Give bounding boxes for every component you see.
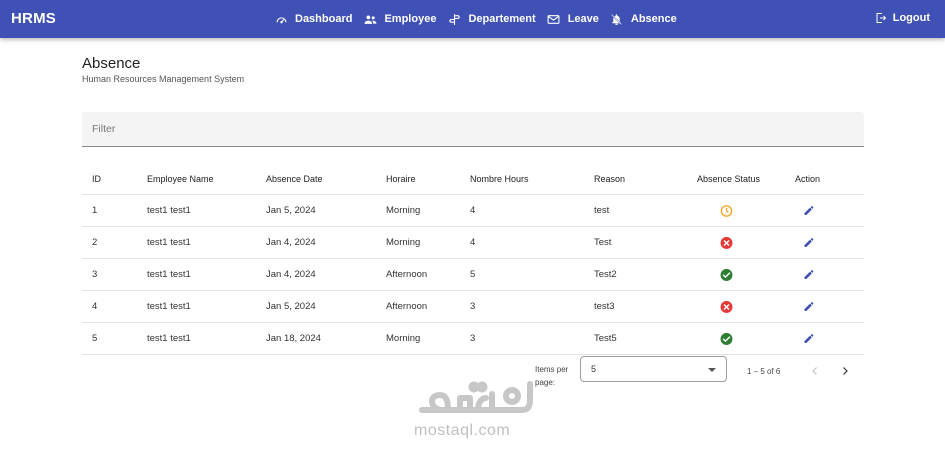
cell-horaire: Afternoon <box>386 269 428 280</box>
approved-check-icon <box>720 332 733 345</box>
bell-off-icon <box>610 12 624 26</box>
logout-label: Logout <box>892 12 930 24</box>
cell-id: 1 <box>92 205 98 216</box>
table-row: 3 test1 test1 Jan 4, 2024 Afternoon 5 Te… <box>82 259 864 291</box>
nav-item-absence[interactable]: Absence <box>610 12 677 26</box>
edit-pencil-icon[interactable] <box>803 236 816 249</box>
watermark-text: mostaql.com <box>414 422 511 439</box>
cell-nombre-hours: 3 <box>470 333 476 344</box>
cell-horaire: Morning <box>386 205 421 216</box>
edit-pencil-icon[interactable] <box>803 300 816 313</box>
table-row: 4 test1 test1 Jan 5, 2024 Afternoon 3 te… <box>82 291 864 323</box>
pending-clock-icon <box>720 204 733 217</box>
cell-nombre-hours: 3 <box>470 301 476 312</box>
cell-employee-name: test1 test1 <box>147 205 191 216</box>
nav-item-departement[interactable]: Departement <box>447 12 536 26</box>
dashboard-icon <box>274 12 288 26</box>
next-page-chevron-right-icon[interactable] <box>839 365 851 377</box>
filter-input[interactable] <box>82 112 864 146</box>
caret-down-icon <box>708 368 716 372</box>
cell-horaire: Afternoon <box>386 301 428 312</box>
nav-item-dashboard[interactable]: Dashboard <box>274 12 352 26</box>
cell-horaire: Morning <box>386 333 421 344</box>
cell-reason: Test5 <box>594 333 617 344</box>
page-subtitle: Human Resources Management System <box>82 74 245 84</box>
table-row: 1 test1 test1 Jan 5, 2024 Morning 4 test <box>82 195 864 227</box>
column-header-action: Action <box>795 173 821 184</box>
nav-links: Dashboard Employee Departement Leave Abs… <box>274 0 688 38</box>
column-header-reason[interactable]: Reason <box>594 163 625 194</box>
table-header: ID Employee Name Absence Date Horaire No… <box>82 163 864 195</box>
table-row: 2 test1 test1 Jan 4, 2024 Morning 4 Test <box>82 227 864 259</box>
cell-id: 2 <box>92 237 98 248</box>
cell-employee-name: test1 test1 <box>147 301 191 312</box>
rejected-x-icon <box>720 300 733 313</box>
cell-id: 5 <box>92 333 98 344</box>
cell-absence-date: Jan 18, 2024 <box>266 333 321 344</box>
items-per-page-label: Items per page: <box>535 365 569 387</box>
cell-employee-name: test1 test1 <box>147 333 191 344</box>
nav-item-employee[interactable]: Employee <box>363 12 436 26</box>
cell-id: 4 <box>92 301 98 312</box>
table-row: 5 test1 test1 Jan 18, 2024 Morning 3 Tes… <box>82 323 864 355</box>
rejected-x-icon <box>720 236 733 249</box>
column-header-employee-name[interactable]: Employee Name <box>147 163 214 194</box>
column-header-nombre-hours[interactable]: Nombre Hours <box>470 163 529 194</box>
edit-pencil-icon[interactable] <box>803 268 816 281</box>
column-header-absence-date[interactable]: Absence Date <box>266 163 323 194</box>
edit-pencil-icon[interactable] <box>803 332 816 345</box>
page-size-select[interactable]: 5 <box>580 356 727 382</box>
page-size-value: 5 <box>591 364 597 374</box>
nav-item-label: Absence <box>630 13 677 25</box>
app-brand[interactable]: HRMS <box>11 10 56 27</box>
mostaql-watermark: mostaql.com <box>412 380 537 444</box>
column-header-id[interactable]: ID <box>92 163 101 194</box>
cell-nombre-hours: 4 <box>470 237 476 248</box>
cell-employee-name: test1 test1 <box>147 237 191 248</box>
column-header-horaire[interactable]: Horaire <box>386 163 416 194</box>
logout-icon <box>875 12 887 24</box>
nav-item-label: Leave <box>567 13 599 25</box>
logout-button[interactable]: Logout <box>875 12 930 24</box>
cell-absence-date: Jan 5, 2024 <box>266 301 316 312</box>
edit-pencil-icon[interactable] <box>803 204 816 217</box>
cell-reason: Test2 <box>594 269 617 280</box>
cell-absence-date: Jan 4, 2024 <box>266 237 316 248</box>
mostaql-logo-icon <box>419 381 533 413</box>
cell-id: 3 <box>92 269 98 280</box>
cell-nombre-hours: 4 <box>470 205 476 216</box>
nav-item-label: Dashboard <box>295 13 353 25</box>
signpost-icon <box>447 12 461 26</box>
cell-reason: test3 <box>594 301 615 312</box>
cell-reason: test <box>594 205 610 216</box>
mail-icon <box>547 12 561 26</box>
cell-employee-name: test1 test1 <box>147 269 191 280</box>
top-navbar: HRMS Dashboard Employee Departement Leav… <box>0 0 945 38</box>
cell-absence-date: Jan 5, 2024 <box>266 205 316 216</box>
previous-page-chevron-left-icon[interactable] <box>809 365 821 377</box>
column-header-absence-status[interactable]: Absence Status <box>697 163 760 194</box>
cell-nombre-hours: 5 <box>470 269 476 280</box>
cell-absence-date: Jan 4, 2024 <box>266 269 316 280</box>
page-range-label: 1 – 5 of 6 <box>747 367 781 376</box>
cell-horaire: Morning <box>386 237 421 248</box>
nav-item-label: Employee <box>384 13 437 25</box>
page-title: Absence <box>82 55 141 72</box>
cell-reason: Test <box>594 237 612 248</box>
approved-check-icon <box>720 268 733 281</box>
nav-item-leave[interactable]: Leave <box>547 12 599 26</box>
people-icon <box>363 12 377 26</box>
nav-item-label: Departement <box>468 13 536 25</box>
filter-field <box>82 112 864 147</box>
absence-table: ID Employee Name Absence Date Horaire No… <box>82 163 864 355</box>
